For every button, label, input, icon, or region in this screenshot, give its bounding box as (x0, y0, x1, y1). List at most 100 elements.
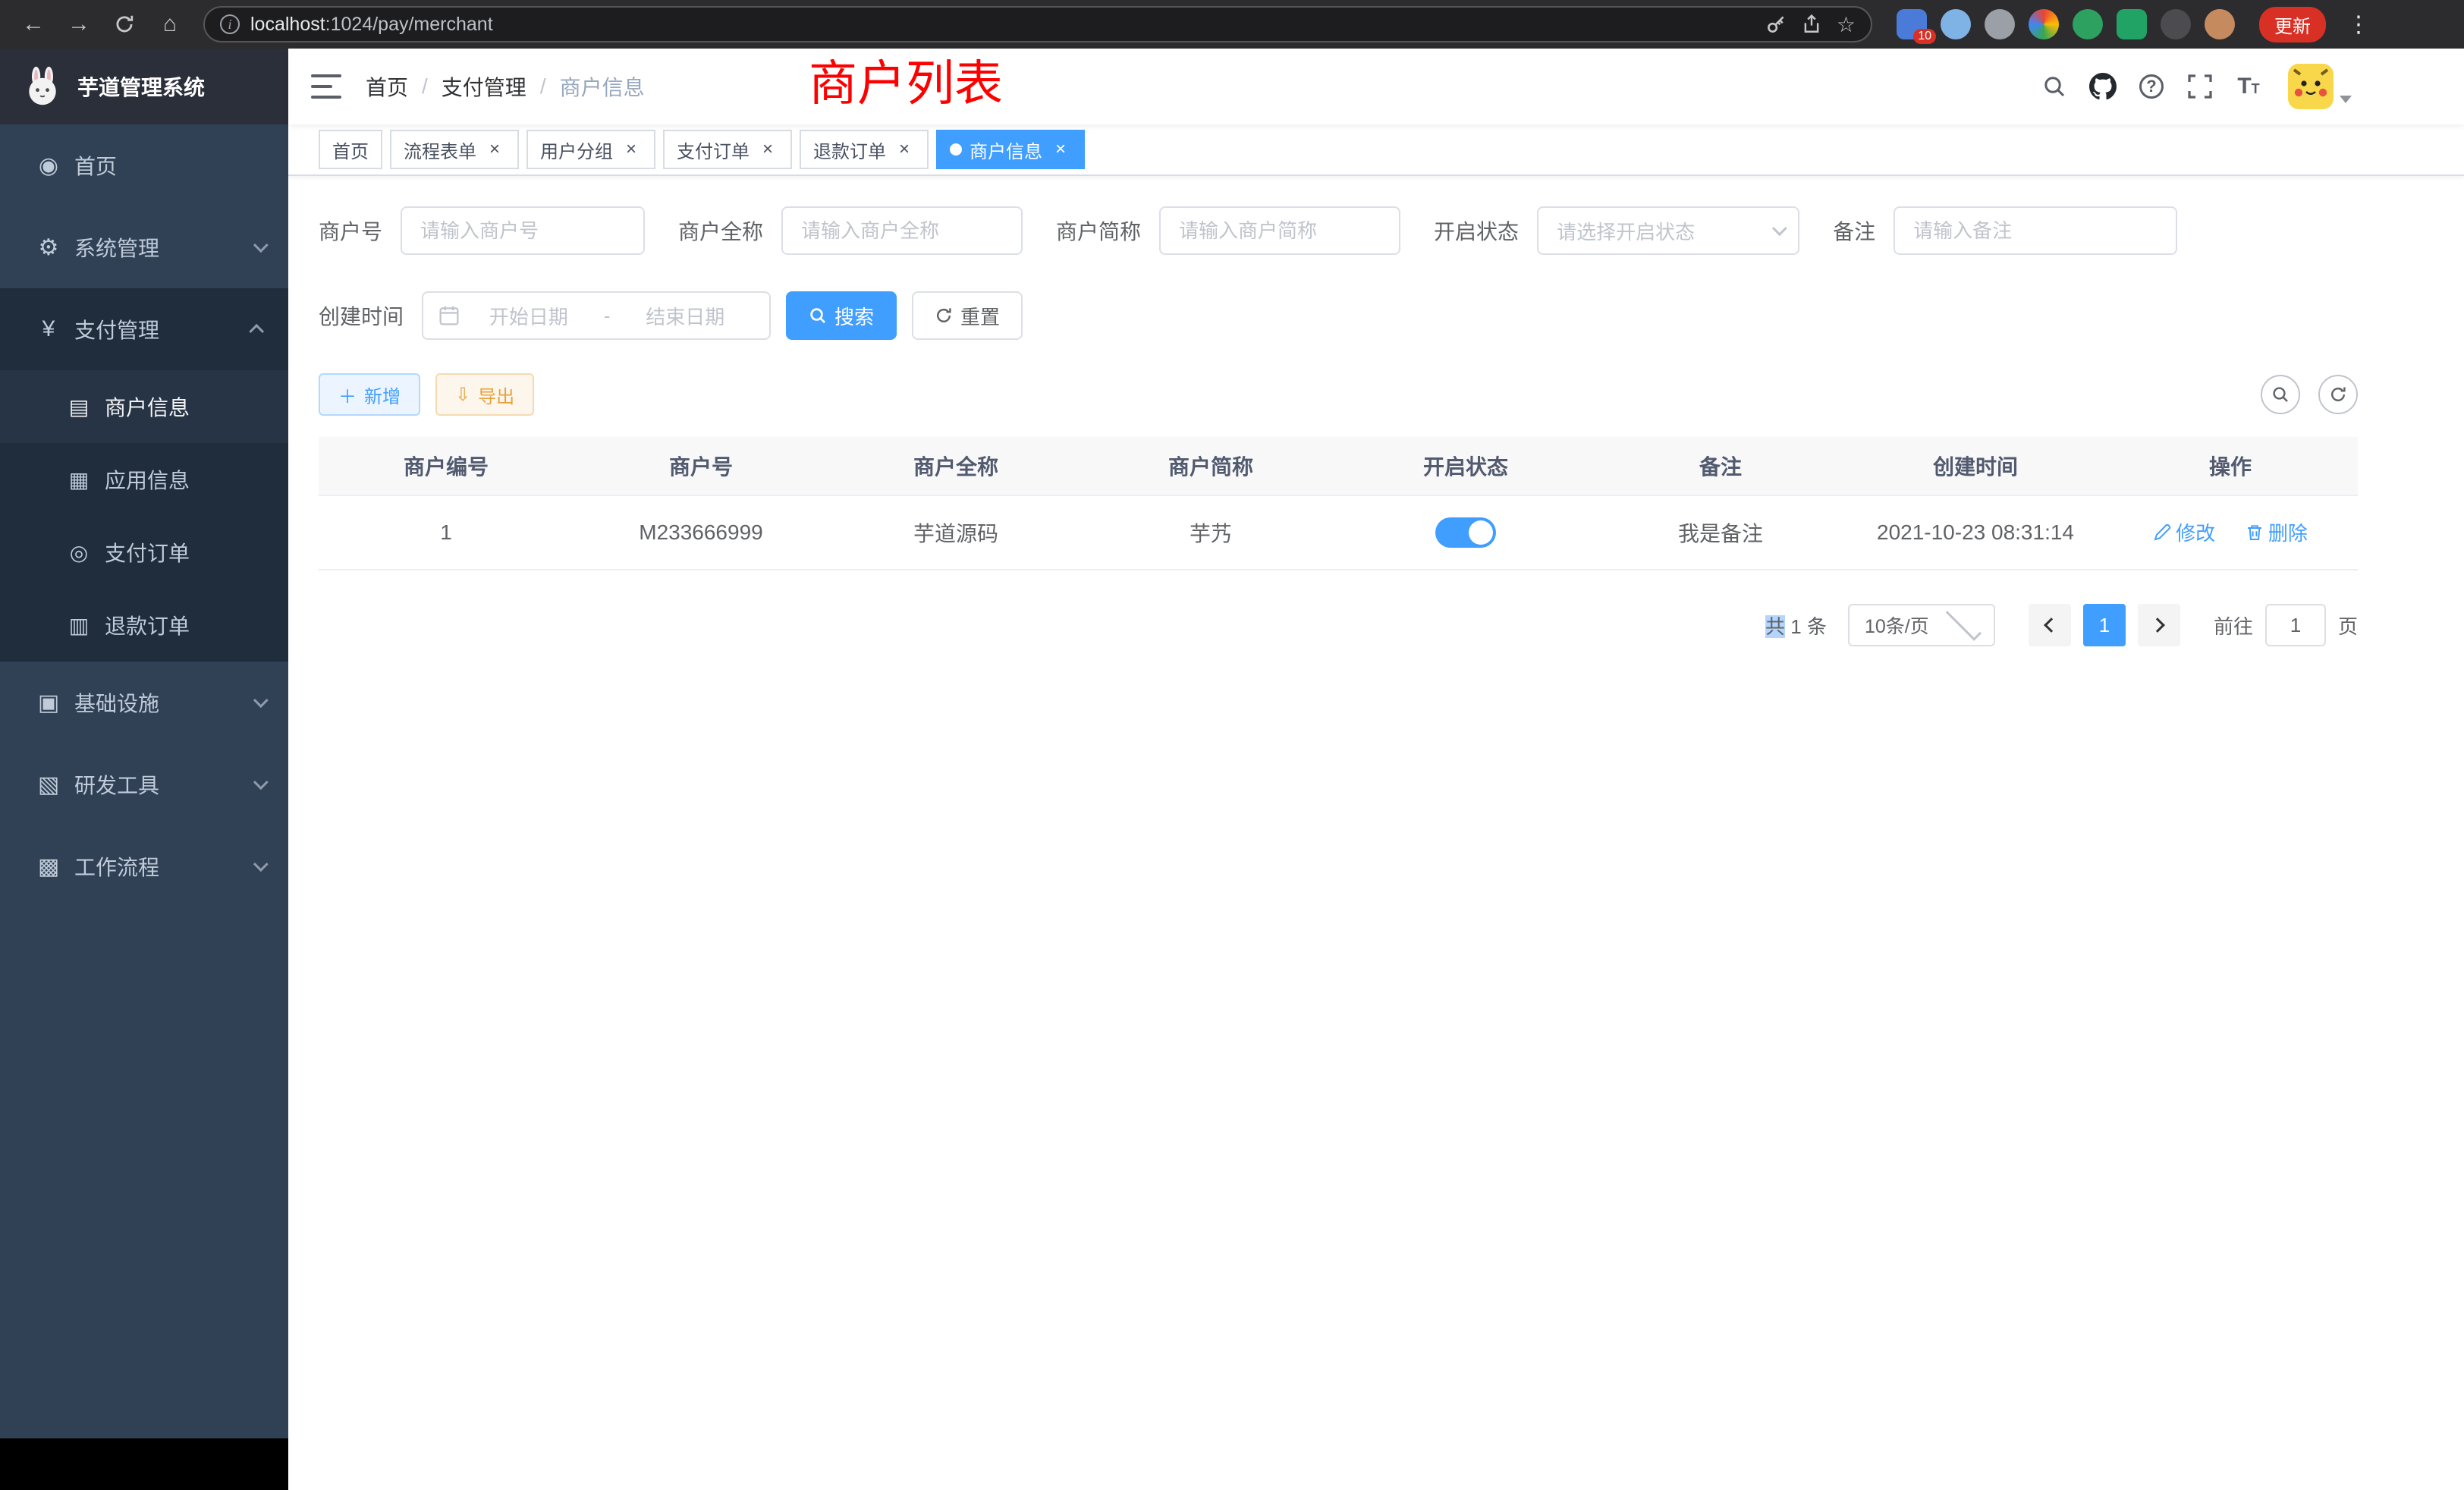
cell-create-time: 2021-10-23 08:31:14 (1848, 495, 2103, 570)
total-count: 共 1 条 (1765, 611, 1827, 640)
sidebar-item-app-info[interactable]: ▦ 应用信息 (0, 443, 288, 516)
chevron-left-icon (2044, 618, 2059, 633)
create-time-label: 创建时间 (319, 300, 422, 331)
create-time-range-picker[interactable]: 开始日期 - 结束日期 (422, 291, 771, 340)
merchant-no-input[interactable] (401, 206, 645, 255)
close-icon[interactable]: × (894, 140, 915, 159)
page-number-1[interactable]: 1 (2083, 604, 2126, 646)
browser-update-button[interactable]: 更新 (2259, 7, 2326, 42)
site-info-icon[interactable]: i (220, 14, 240, 34)
short-name-input[interactable] (1159, 206, 1400, 255)
sidebar-item-merchant-info[interactable]: ▤ 商户信息 (0, 370, 288, 443)
close-icon[interactable]: × (1050, 140, 1071, 159)
tab-refund-order[interactable]: 退款订单× (800, 130, 929, 169)
sidebar-item-payment[interactable]: ¥ 支付管理 (0, 288, 288, 370)
extension-icon-4[interactable] (2029, 9, 2059, 39)
pagination: 共 1 条 10条/页 1 前往 页 (319, 604, 2358, 646)
chevron-down-icon (1772, 221, 1787, 236)
close-icon[interactable]: × (757, 140, 778, 159)
sidebar-item-home[interactable]: ◉ 首页 (0, 124, 288, 206)
tab-pay-order[interactable]: 支付订单× (663, 130, 792, 169)
export-button[interactable]: ⇩ 导出 (435, 373, 534, 416)
bookmark-star-icon[interactable]: ☆ (1837, 12, 1856, 37)
extension-icon-7[interactable] (2161, 9, 2191, 39)
url-bar[interactable]: i localhost:1024/pay/merchant ☆ (203, 6, 1872, 42)
table-header-row: 商户编号 商户号 商户全称 商户简称 开启状态 备注 创建时间 操作 (319, 437, 2358, 495)
sidebar-item-workflow[interactable]: ▩ 工作流程 (0, 825, 288, 907)
cell-status (1338, 495, 1593, 570)
goto-unit: 页 (2338, 611, 2358, 640)
browser-menu-icon[interactable]: ⋮ (2347, 11, 2370, 38)
reset-button[interactable]: 重置 (912, 291, 1023, 340)
page-content: 商户号 商户全称 商户简称 开启状态 (288, 176, 2464, 646)
extension-icon-3[interactable] (1985, 9, 2015, 39)
extension-icon-6[interactable] (2117, 9, 2147, 39)
chevron-down-icon (1945, 605, 1982, 641)
profile-avatar-icon[interactable] (2205, 9, 2235, 39)
tab-user-group[interactable]: 用户分组× (526, 130, 655, 169)
top-navbar: 首页 / 支付管理 / 商户信息 ? (288, 49, 2464, 124)
date-end-placeholder: 结束日期 (616, 302, 754, 330)
sidebar-item-infra[interactable]: ▣ 基础设施 (0, 662, 288, 743)
remark-input[interactable] (1894, 206, 2177, 255)
prev-page-button[interactable] (2029, 604, 2071, 646)
hamburger-icon[interactable] (311, 74, 341, 99)
app-title: 芋道管理系统 (77, 71, 205, 102)
cell-full-name: 芋道源码 (828, 495, 1083, 570)
logo[interactable]: 芋道管理系统 (0, 49, 288, 124)
home-icon[interactable]: ⌂ (152, 6, 188, 42)
sidebar-item-dev-tools[interactable]: ▧ 研发工具 (0, 743, 288, 825)
password-key-icon[interactable] (1765, 14, 1787, 35)
font-size-icon[interactable]: TT (2224, 62, 2273, 111)
delete-button[interactable]: 删除 (2246, 518, 2308, 546)
extension-icon-1[interactable]: 10 (1897, 9, 1927, 39)
close-icon[interactable]: × (621, 140, 642, 159)
full-name-input[interactable] (781, 206, 1023, 255)
full-name-label: 商户全称 (678, 215, 781, 246)
cell-merchant-no: M233666999 (574, 495, 828, 570)
share-icon[interactable] (1802, 14, 1821, 35)
extension-icon-5[interactable] (2073, 9, 2103, 39)
search-button[interactable]: 搜索 (786, 291, 897, 340)
reload-icon[interactable] (106, 6, 143, 42)
back-icon[interactable]: ← (15, 6, 52, 42)
breadcrumb-payment[interactable]: 支付管理 (442, 71, 526, 102)
infrastructure-icon: ▣ (30, 690, 67, 716)
goto-label: 前往 (2214, 611, 2253, 640)
yen-icon: ¥ (30, 316, 67, 342)
next-page-button[interactable] (2138, 604, 2180, 646)
status-select[interactable]: 请选择开启状态 (1537, 206, 1799, 255)
fullscreen-icon[interactable] (2176, 62, 2224, 111)
breadcrumb-merchant: 商户信息 (560, 71, 645, 102)
filter-row-2: 创建时间 开始日期 - 结束日期 搜索 (319, 291, 2358, 340)
refresh-icon (935, 306, 953, 325)
user-avatar[interactable] (2288, 64, 2352, 109)
github-icon[interactable] (2079, 62, 2127, 111)
extension-icon-2[interactable] (1941, 9, 1971, 39)
forward-icon[interactable]: → (61, 6, 97, 42)
header-search-icon[interactable] (2030, 62, 2079, 111)
sidebar-item-system[interactable]: ⚙ 系统管理 (0, 206, 288, 288)
tab-merchant-info[interactable]: 商户信息× (936, 130, 1085, 169)
col-short-name: 商户简称 (1083, 437, 1338, 495)
page-size-select[interactable]: 10条/页 (1848, 604, 1995, 646)
goto-page-input[interactable] (2265, 604, 2326, 646)
tab-home[interactable]: 首页 (319, 130, 382, 169)
add-button[interactable]: ＋ 新增 (319, 373, 420, 416)
sidebar-item-refund-order[interactable]: ▥ 退款订单 (0, 589, 288, 662)
merchant-no-label: 商户号 (319, 215, 401, 246)
logo-rabbit-icon (21, 65, 64, 108)
refresh-table-button[interactable] (2318, 375, 2358, 414)
close-icon[interactable]: × (484, 140, 505, 159)
credit-card-icon: ▤ (61, 395, 97, 420)
avatar-pikachu-icon (2288, 64, 2334, 109)
tab-process-form[interactable]: 流程表单× (390, 130, 519, 169)
chevron-down-icon (253, 857, 269, 872)
active-dot (950, 143, 962, 156)
edit-button[interactable]: 修改 (2153, 518, 2215, 546)
breadcrumb-home[interactable]: 首页 (366, 71, 408, 102)
toggle-search-button[interactable] (2261, 375, 2300, 414)
status-toggle[interactable] (1435, 517, 1496, 548)
help-icon[interactable]: ? (2127, 62, 2176, 111)
sidebar-item-pay-order[interactable]: ◎ 支付订单 (0, 516, 288, 589)
